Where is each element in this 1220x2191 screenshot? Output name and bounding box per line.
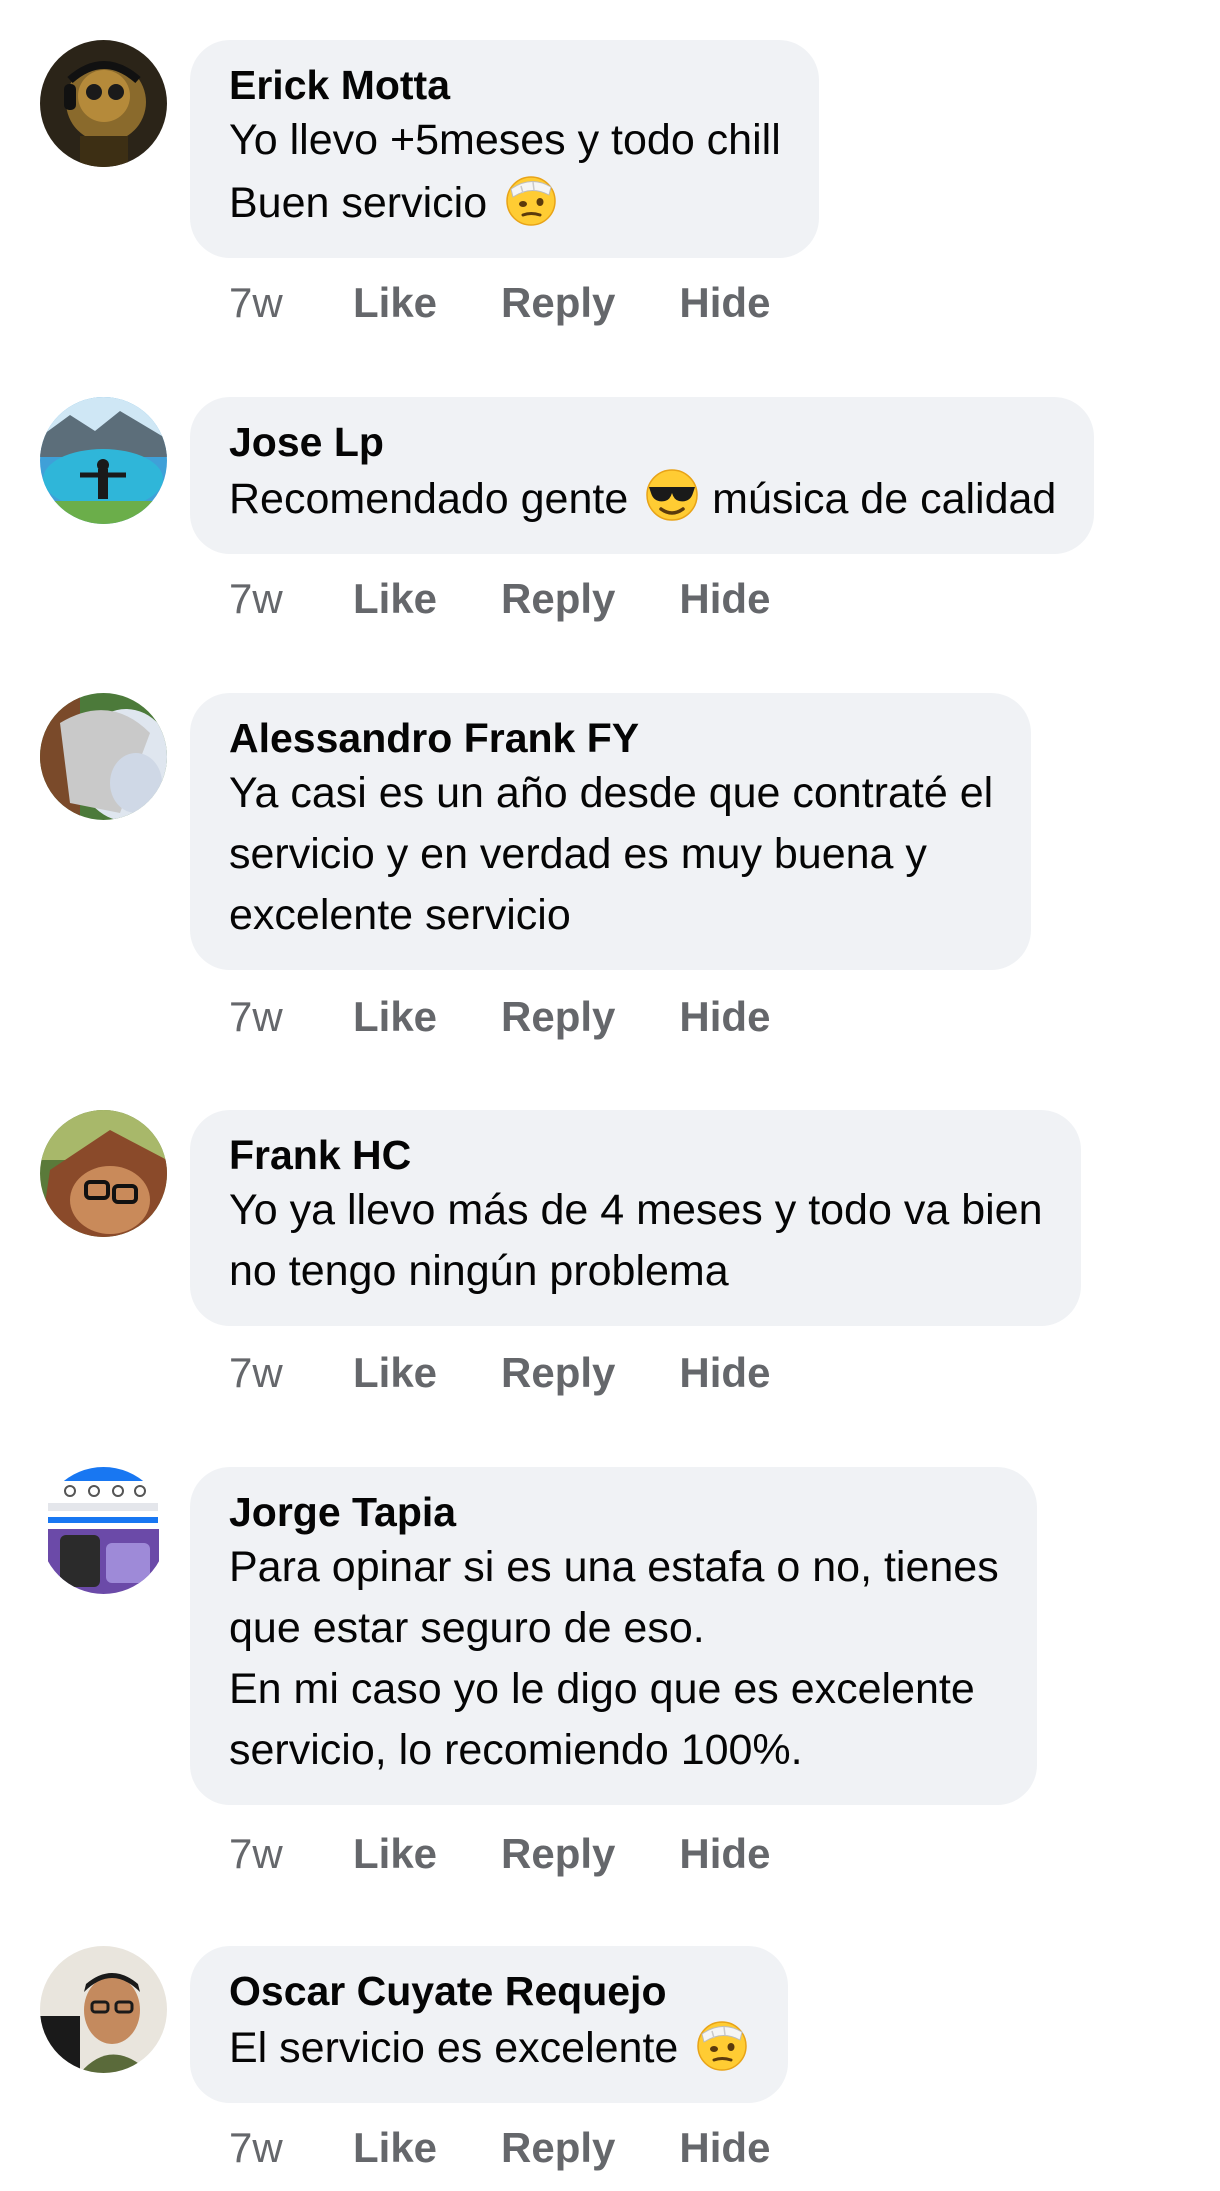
avatar[interactable] <box>40 1110 167 1237</box>
smiling-face-with-sunglasses-emoji-icon <box>644 467 700 523</box>
comment-timestamp[interactable]: 7w <box>229 2123 353 2173</box>
face-with-bandage-emoji-icon <box>694 2016 750 2072</box>
comment-text: Yo llevo +5meses y todo chill Buen servi… <box>229 116 781 227</box>
comments-list: Erick Motta Yo llevo +5meses y todo chil… <box>0 0 1220 2191</box>
hide-button[interactable]: Hide <box>679 1348 770 1398</box>
reply-button[interactable]: Reply <box>501 2123 615 2173</box>
comment-bubble: Frank HC Yo ya llevo más de 4 meses y to… <box>190 1110 1081 1326</box>
comment-author[interactable]: Oscar Cuyate Requejo <box>229 1966 750 2016</box>
hide-button[interactable]: Hide <box>679 1829 770 1879</box>
comment-text: Yo ya llevo más de 4 meses y todo va bie… <box>229 1186 1043 1295</box>
like-button[interactable]: Like <box>353 278 437 328</box>
like-button[interactable]: Like <box>353 992 437 1042</box>
reply-button[interactable]: Reply <box>501 1829 615 1879</box>
comment-bubble: Jorge Tapia Para opinar si es una estafa… <box>190 1467 1037 1805</box>
comment-timestamp[interactable]: 7w <box>229 278 353 328</box>
comment-bubble: Jose Lp Recomendado gente música de cali… <box>190 397 1095 554</box>
avatar[interactable] <box>40 1467 167 1594</box>
avatar[interactable] <box>40 40 167 167</box>
comment-bubble: Alessandro Frank FY Ya casi es un año de… <box>190 693 1032 970</box>
like-button[interactable]: Like <box>353 2123 437 2173</box>
comment-text: Ya casi es un año desde que contraté el … <box>229 769 994 939</box>
reply-button[interactable]: Reply <box>501 992 615 1042</box>
comment-timestamp[interactable]: 7w <box>229 1348 353 1398</box>
comment-actions: 7w Like Reply Hide <box>229 992 834 1042</box>
comment-actions: 7w Like Reply Hide <box>229 1348 834 1398</box>
like-button[interactable]: Like <box>353 1829 437 1879</box>
avatar[interactable] <box>40 1946 167 2073</box>
avatar[interactable] <box>40 693 167 820</box>
comment-author[interactable]: Jose Lp <box>229 417 1056 467</box>
comment-bubble: Erick Motta Yo llevo +5meses y todo chil… <box>190 40 819 258</box>
comment-timestamp[interactable]: 7w <box>229 992 353 1042</box>
comment-author[interactable]: Erick Motta <box>229 60 781 110</box>
face-with-bandage-emoji-icon <box>503 171 559 227</box>
comment-bubble: Oscar Cuyate Requejo El servicio es exce… <box>190 1946 789 2103</box>
comment-author[interactable]: Jorge Tapia <box>229 1487 999 1537</box>
comment-actions: 7w Like Reply Hide <box>229 574 834 624</box>
reply-button[interactable]: Reply <box>501 1348 615 1398</box>
comment-text: El servicio es excelente <box>229 2016 750 2079</box>
comment-author[interactable]: Alessandro Frank FY <box>229 713 993 763</box>
comment-timestamp[interactable]: 7w <box>229 574 353 624</box>
like-button[interactable]: Like <box>353 1348 437 1398</box>
comment-author[interactable]: Frank HC <box>229 1130 1043 1180</box>
comment-timestamp[interactable]: 7w <box>229 1829 353 1879</box>
reply-button[interactable]: Reply <box>501 574 615 624</box>
hide-button[interactable]: Hide <box>679 278 770 328</box>
reply-button[interactable]: Reply <box>501 278 615 328</box>
comment-text: Recomendado gente música de calidad <box>229 467 1056 530</box>
like-button[interactable]: Like <box>353 574 437 624</box>
comment-actions: 7w Like Reply Hide <box>229 1829 834 1879</box>
hide-button[interactable]: Hide <box>679 992 770 1042</box>
comment-actions: 7w Like Reply Hide <box>229 278 834 328</box>
hide-button[interactable]: Hide <box>679 2123 770 2173</box>
comment-text: Para opinar si es una estafa o no, tiene… <box>229 1543 999 1774</box>
comment-actions: 7w Like Reply Hide <box>229 2123 834 2173</box>
avatar[interactable] <box>40 397 167 524</box>
hide-button[interactable]: Hide <box>679 574 770 624</box>
